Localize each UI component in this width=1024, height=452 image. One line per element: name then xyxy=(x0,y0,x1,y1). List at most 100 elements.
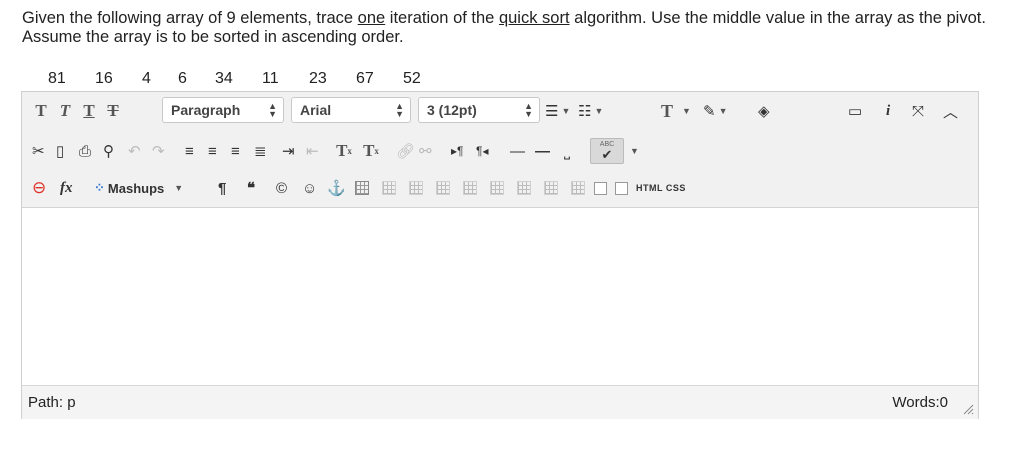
cell-props-button[interactable] xyxy=(409,177,423,199)
subscript-button[interactable]: Tx xyxy=(362,140,380,162)
justify-icon: ≣ xyxy=(254,143,267,160)
superscript-button[interactable]: Tx xyxy=(335,140,353,162)
delete-row-button[interactable] xyxy=(490,177,504,199)
unlink-icon: ⚯ xyxy=(419,143,432,160)
paste-button[interactable]: ⎙ xyxy=(79,140,91,162)
indent-button[interactable]: ⇥ xyxy=(282,140,295,162)
table-props-button[interactable] xyxy=(382,177,396,199)
clear-format-button[interactable]: ◈ xyxy=(758,100,770,122)
cell-props-icon xyxy=(409,181,423,195)
ltr-button[interactable]: ▸¶ xyxy=(451,140,463,162)
array-item: 52 xyxy=(403,70,421,87)
nonbreaking-space-button[interactable]: ⎵ xyxy=(564,140,570,162)
insert-table-button[interactable] xyxy=(355,177,369,199)
italic-button[interactable]: T xyxy=(56,100,74,122)
undo-button[interactable]: ↶ xyxy=(128,140,141,162)
array-item: 11 xyxy=(262,70,279,87)
delete-row-icon xyxy=(490,181,504,195)
array-item: 6 xyxy=(178,70,187,87)
chevron-down-icon: ▼ xyxy=(174,183,184,193)
record-button[interactable]: ⊖ xyxy=(32,177,46,199)
spellcheck-dropdown[interactable]: ▼ xyxy=(627,140,639,162)
toolbar-row-3: ⊖ fx ⁘ Mashups ▼ ¶ ❝ © ☺ ⚓ HTML CSS xyxy=(22,169,978,205)
chevron-up-icon: ︿ xyxy=(943,103,959,121)
editor-content-area[interactable] xyxy=(22,208,978,384)
col-after-button[interactable] xyxy=(544,177,558,199)
chevron-down-icon: ▼ xyxy=(630,146,639,156)
separator-button[interactable]: — xyxy=(535,140,550,162)
paragraph-select[interactable]: Paragraph ▲ ▼ xyxy=(162,97,284,123)
info-button[interactable]: i xyxy=(886,100,890,122)
preview-button[interactable]: ▭ xyxy=(848,100,862,122)
editor-statusbar: Path: p Words:0 xyxy=(22,385,978,419)
cut-button[interactable]: ✂ xyxy=(32,140,45,162)
emoticon-button[interactable]: ☺ xyxy=(302,177,317,199)
numbered-list-button[interactable]: ☷ ▼ xyxy=(578,100,603,122)
row-after-button[interactable] xyxy=(463,177,477,199)
html-css-button[interactable]: HTML CSS xyxy=(636,177,686,199)
outdent-button[interactable]: ⇤ xyxy=(306,140,319,162)
align-left-button[interactable]: ≡ xyxy=(185,140,194,162)
record-icon: ⊖ xyxy=(32,178,47,197)
anchor-button[interactable]: ⚓ xyxy=(327,177,346,199)
row-before-icon xyxy=(436,181,450,195)
blockquote-button[interactable]: ❝ xyxy=(247,177,255,199)
copyright-icon: © xyxy=(276,179,288,197)
strikethrough-button[interactable]: T xyxy=(104,100,122,122)
editor-toolbar: T T T T Paragraph ▲ ▼ Arial ▲ ▼ 3 (12pt) ▲… xyxy=(22,92,978,208)
text-color-button[interactable]: T ▼ xyxy=(661,100,691,122)
col-before-button[interactable] xyxy=(517,177,531,199)
toolbar-row-1: T T T T Paragraph ▲ ▼ Arial ▲ ▼ 3 (12pt) ▲… xyxy=(22,92,978,128)
fullscreen-button[interactable]: ⤧ xyxy=(912,100,924,122)
align-right-icon: ≡ xyxy=(231,142,240,160)
align-center-button[interactable]: ≡ xyxy=(208,140,217,162)
bullet-list-icon: ☰ xyxy=(545,103,559,120)
bold-button[interactable]: T xyxy=(32,100,50,122)
word-count: Words:0 xyxy=(892,394,948,411)
rtl-button[interactable]: ¶◂ xyxy=(476,140,488,162)
mashups-button[interactable]: ⁘ Mashups ▼ xyxy=(94,177,183,199)
delete-col-button[interactable] xyxy=(571,177,585,199)
col-after-icon xyxy=(544,181,558,195)
link-button[interactable]: 🔗︎ xyxy=(396,140,415,162)
justify-button[interactable]: ≣ xyxy=(254,140,267,162)
bold-line-icon: — xyxy=(535,142,550,160)
spellcheck-button[interactable]: ABC ✔ xyxy=(590,138,624,164)
highlighter-icon: ✎ xyxy=(703,103,716,120)
split-cells-button[interactable] xyxy=(594,177,607,199)
redo-button[interactable]: ↷ xyxy=(152,140,165,162)
select-arrows-icon: ▲ ▼ xyxy=(524,101,533,119)
expand-icon: ⤧ xyxy=(912,102,925,120)
scissors-icon: ✂ xyxy=(32,143,45,160)
array-item: 23 xyxy=(309,70,327,87)
math-equation-button[interactable]: fx xyxy=(60,177,73,199)
merge-cells-button[interactable] xyxy=(615,177,628,199)
find-button[interactable]: ⚲ xyxy=(103,140,114,162)
array-item: 4 xyxy=(142,70,151,87)
bullet-list-button[interactable]: ☰ ▼ xyxy=(545,100,570,122)
resize-grip-icon[interactable] xyxy=(962,403,974,415)
mashups-icon: ⁘ xyxy=(94,180,105,195)
paragraph-mark-button[interactable]: ¶ xyxy=(218,177,226,199)
unlink-button[interactable]: ⚯ xyxy=(419,140,432,162)
smiley-icon: ☺ xyxy=(302,179,318,197)
chevron-down-icon: ▼ xyxy=(718,106,728,116)
horizontal-rule-button[interactable]: — xyxy=(510,140,525,162)
special-char-button[interactable]: © xyxy=(276,177,287,199)
question-emphasis-quicksort: quick sort xyxy=(498,9,570,27)
numbered-list-icon: ☷ xyxy=(578,103,592,120)
align-left-icon: ≡ xyxy=(185,142,194,160)
size-select[interactable]: 3 (12pt) ▲ ▼ xyxy=(418,97,540,123)
align-right-button[interactable]: ≡ xyxy=(231,140,240,162)
highlight-button[interactable]: ✎ ▼ xyxy=(703,100,728,122)
font-select[interactable]: Arial ▲ ▼ xyxy=(291,97,411,123)
collapse-toolbar-button[interactable]: ︿ xyxy=(943,100,958,122)
chevron-down-icon: ▼ xyxy=(682,106,691,116)
paragraph-select-value: Paragraph xyxy=(171,102,241,118)
select-arrows-icon: ▲ ▼ xyxy=(268,101,277,119)
ltr-icon: ▸¶ xyxy=(451,144,464,158)
row-before-button[interactable] xyxy=(436,177,450,199)
copy-button[interactable]: ▯ xyxy=(56,140,64,162)
space-icon: ⎵ xyxy=(564,142,571,160)
underline-button[interactable]: T xyxy=(80,100,98,122)
